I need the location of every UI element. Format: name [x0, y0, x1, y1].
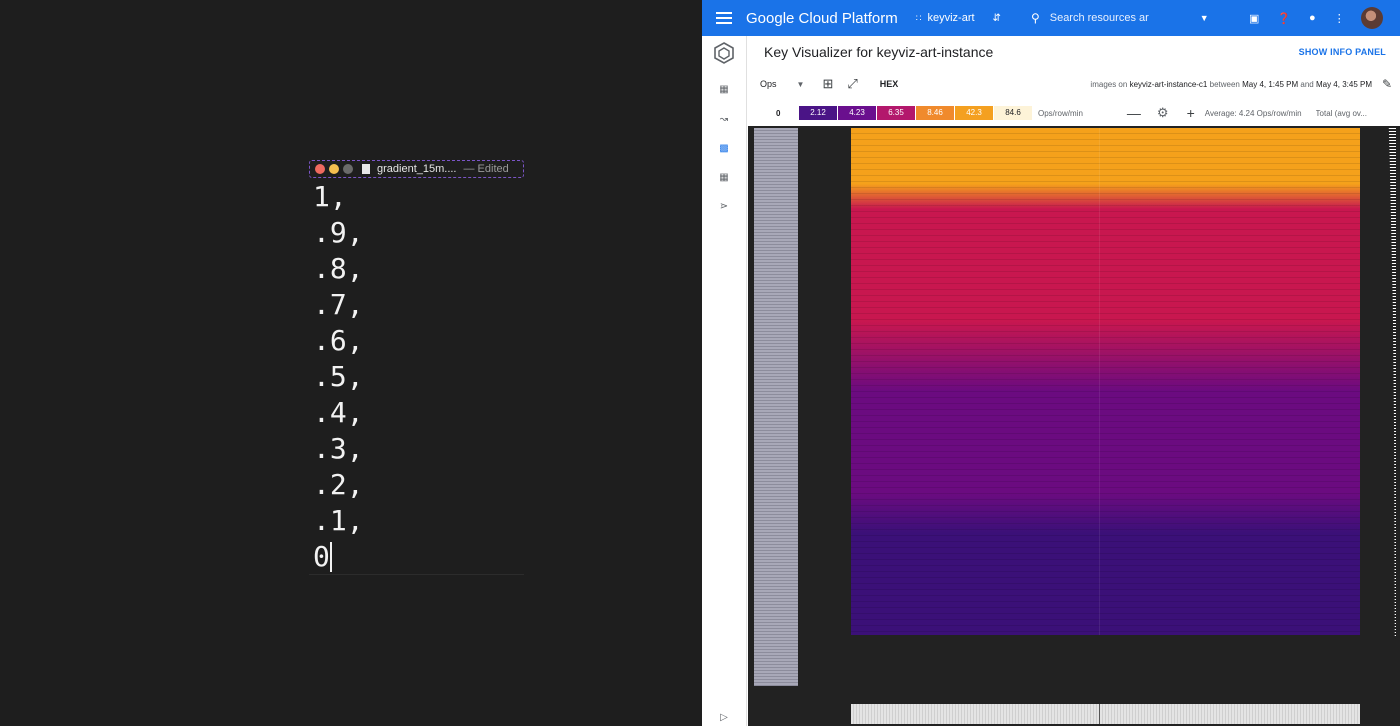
editor-edited-status: — Edited: [463, 163, 509, 175]
legend-cell: 42.3: [955, 106, 993, 120]
desktop: gradient_15m.... — Edited 1, .9, .8, .7,…: [0, 0, 702, 726]
editor-line: .2,: [313, 468, 364, 501]
project-name: keyviz-art: [927, 12, 975, 24]
left-nav-rail: ▦ ↝ ▩ ▦ ⋗ ▷: [702, 36, 747, 726]
editor-line: .4,: [313, 396, 364, 429]
hamburger-menu-icon[interactable]: [716, 12, 732, 24]
monitoring-icon[interactable]: ↝: [718, 114, 730, 126]
page-title: Key Visualizer for keyviz-art-instance: [764, 44, 994, 60]
timeline-split: [1099, 704, 1100, 724]
project-selector[interactable]: ∷ keyviz-art ⇵: [916, 12, 1001, 24]
legend-cell: 2.12: [799, 106, 837, 120]
kv-toolbar: Ops ▼ ⊞ ⤢ HEX images on keyviz-art-insta…: [748, 68, 1400, 100]
editor-line: .1,: [313, 504, 364, 537]
editor-line: .8,: [313, 252, 364, 285]
text-caret: [329, 542, 332, 572]
text-editor-window[interactable]: gradient_15m.... — Edited 1, .9, .8, .7,…: [309, 160, 524, 575]
edit-icon[interactable]: ✎: [1382, 77, 1392, 91]
gcp-console: Google Cloud Platform ∷ keyviz-art ⇵ ⚲ ▼…: [702, 0, 1400, 726]
search-input[interactable]: [1049, 12, 1180, 24]
help-icon[interactable]: ❓: [1277, 12, 1291, 25]
zoom-in-button[interactable]: +: [1187, 105, 1195, 121]
editor-line-text: 0: [313, 540, 330, 573]
editor-text-area[interactable]: 1, .9, .8, .7, .6, .5, .4, .3, .2, .1, 0: [313, 179, 364, 575]
legend-cell: 4.23: [838, 106, 876, 120]
heatmap[interactable]: [851, 128, 1360, 635]
heatmap-time-split: [1099, 128, 1100, 635]
editor-line: .3,: [313, 432, 364, 465]
document-icon: [362, 164, 370, 174]
gcp-topbar: Google Cloud Platform ∷ keyviz-art ⇵ ⚲ ▼…: [702, 0, 1400, 36]
key-visualizer-canvas[interactable]: 0 2.12 4.23 6.35 8.46 42.3 84.6 Ops/row/…: [748, 100, 1400, 726]
editor-titlebar[interactable]: gradient_15m.... — Edited: [309, 160, 524, 178]
metric-select[interactable]: Ops: [760, 79, 777, 89]
gcp-app-title[interactable]: Google Cloud Platform: [746, 10, 898, 27]
legend-cell: 8.46: [916, 106, 954, 120]
hex-toggle[interactable]: HEX: [880, 79, 899, 89]
minimize-window-button[interactable]: [329, 164, 339, 174]
tables-icon[interactable]: ▦: [718, 172, 730, 184]
bigtable-logo-icon: [714, 42, 734, 64]
search-icon: ⚲: [1030, 11, 1040, 25]
average-label: Average: 4.24 Ops/row/min: [1204, 108, 1302, 118]
time-info-instance: keyviz-art-instance-c1: [1129, 80, 1208, 89]
total-label: Total (avg ov...: [1315, 108, 1367, 118]
app-profiles-icon[interactable]: ⋗: [718, 201, 730, 213]
project-icon: ∷: [915, 12, 922, 23]
search-bar[interactable]: ⚲ ▼: [1031, 11, 1231, 25]
cloud-shell-icon[interactable]: ▣: [1249, 12, 1259, 25]
time-info-between: between: [1209, 80, 1240, 89]
unfold-icon: ⇵: [992, 12, 1001, 24]
brightness-icon[interactable]: ⚙: [1157, 105, 1169, 121]
fullscreen-icon[interactable]: ⤢: [847, 76, 857, 92]
editor-line: 1,: [313, 180, 347, 213]
crop-icon[interactable]: ⊞: [822, 76, 833, 92]
editor-line: .6,: [313, 324, 364, 357]
key-visualizer-icon[interactable]: ▩: [718, 143, 730, 155]
editor-filename: gradient_15m....: [377, 163, 457, 175]
editor-divider: [309, 574, 524, 575]
notifications-icon[interactable]: ●: [1309, 12, 1316, 24]
search-dropdown-icon[interactable]: ▼: [1200, 13, 1209, 23]
editor-line: .5,: [313, 360, 364, 393]
metric-dropdown-icon[interactable]: ▼: [797, 80, 805, 89]
color-scale-legend: 0 2.12 4.23 6.35 8.46 42.3 84.6 Ops/row/…: [748, 100, 1400, 126]
time-info-end: May 4, 3:45 PM: [1315, 80, 1372, 89]
row-key-column[interactable]: [754, 128, 798, 686]
page-header: Key Visualizer for keyviz-art-instance S…: [748, 36, 1400, 68]
time-total-timeline[interactable]: [851, 704, 1360, 724]
legend-zero-label: 0: [776, 108, 781, 118]
close-window-button[interactable]: [315, 164, 325, 174]
legend-cell: 6.35: [877, 106, 915, 120]
instance-overview-icon[interactable]: ▦: [718, 84, 730, 96]
time-range-info: images on keyviz-art-instance-c1 between…: [1090, 80, 1372, 89]
editor-line-last: 0: [313, 539, 364, 575]
editor-line: .7,: [313, 288, 364, 321]
legend-unit: Ops/row/min: [1038, 108, 1083, 118]
time-info-prefix: images on: [1090, 80, 1128, 89]
row-total-sparkline: [1388, 128, 1396, 636]
zoom-out-button[interactable]: —: [1127, 105, 1141, 121]
time-info-and: and: [1300, 80, 1314, 89]
editor-line: .9,: [313, 216, 364, 249]
fullscreen-window-button[interactable]: [343, 164, 353, 174]
show-info-panel-button[interactable]: SHOW INFO PANEL: [1299, 47, 1386, 57]
collapse-nav-icon[interactable]: ▷: [718, 712, 730, 724]
more-options-icon[interactable]: ⋮: [1334, 12, 1345, 25]
time-info-start: May 4, 1:45 PM: [1242, 80, 1299, 89]
avatar[interactable]: [1360, 7, 1383, 29]
legend-cell: 84.6: [994, 106, 1032, 120]
